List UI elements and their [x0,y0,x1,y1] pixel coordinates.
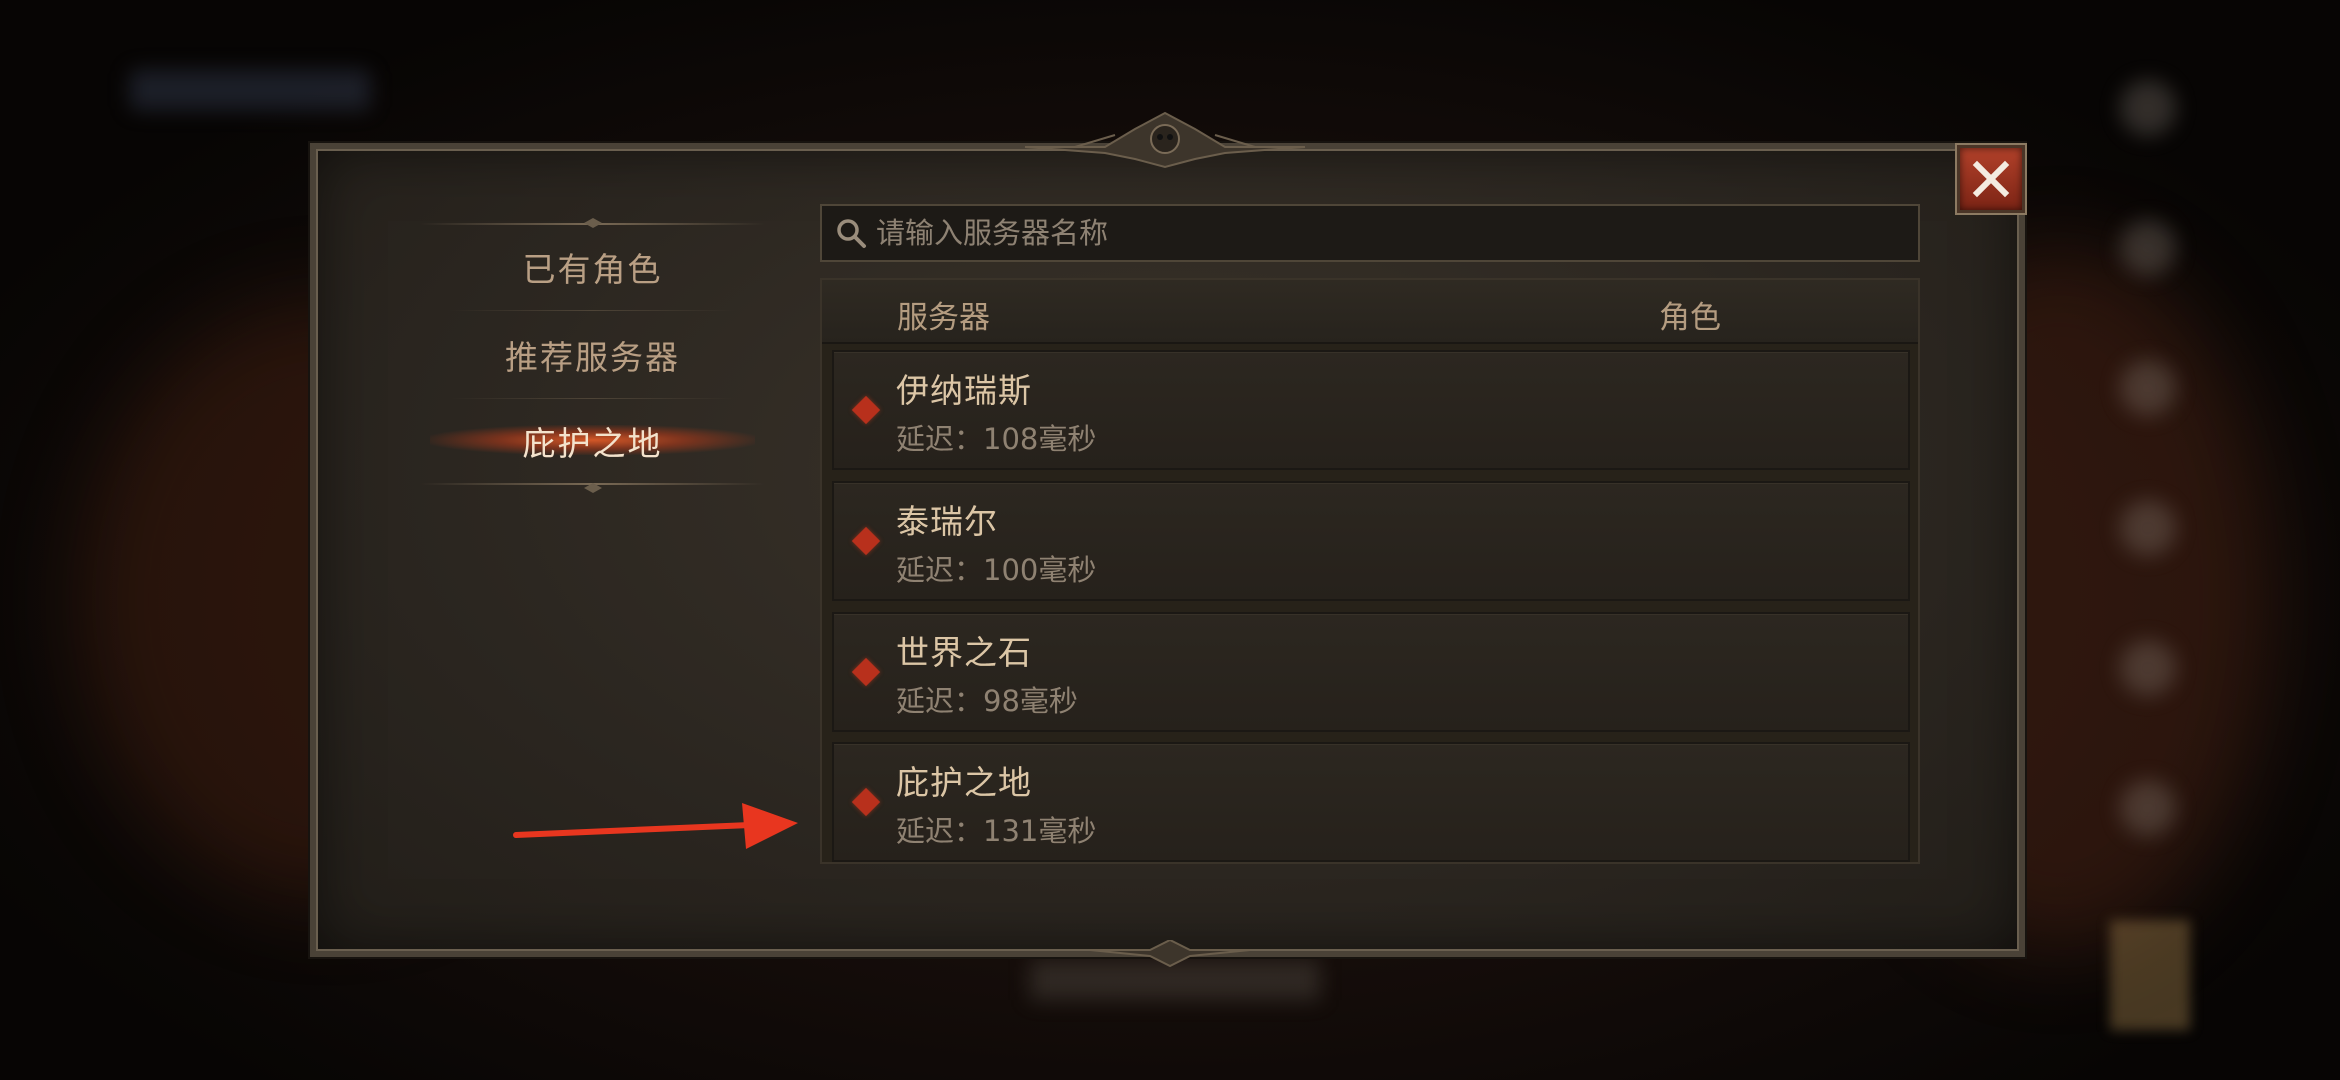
nav-item-label: 已有角色 [522,250,663,289]
diamond-marker-icon [851,657,881,687]
diamond-marker-icon [851,395,881,425]
nav-item-sanctuary[interactable]: 庇护之地 [420,401,765,481]
server-row[interactable]: 庇护之地 延迟：131毫秒 [832,742,1910,862]
server-table: 服务器 角色 伊纳瑞斯 延迟：108毫秒 泰瑞尔 延迟：100毫秒 世界之石 延… [820,278,1920,864]
nav-item-label: 庇护之地 [522,424,663,463]
server-name: 泰瑞尔 [896,502,998,541]
search-icon [837,219,866,248]
nav-divider [450,398,735,399]
server-name: 庇护之地 [896,763,1032,802]
server-latency: 延迟：108毫秒 [896,422,1097,456]
nav-item-existing-characters[interactable]: 已有角色 [420,227,765,307]
diamond-marker-icon [851,526,881,556]
server-latency: 延迟：98毫秒 [896,684,1078,718]
annotation-arrow-icon [513,803,798,849]
header-character: 角色 [1659,300,1721,336]
search-input[interactable] [868,205,1918,261]
server-search-box[interactable] [820,204,1920,262]
nav-item-recommended-servers[interactable]: 推荐服务器 [420,315,765,395]
server-name: 世界之石 [896,633,1032,672]
close-icon [1972,160,2010,198]
nav-item-label: 推荐服务器 [505,338,680,377]
server-latency: 延迟：100毫秒 [896,553,1097,587]
skull-ornament-icon [1024,111,1306,169]
background-top-label [130,70,370,110]
nav-divider [450,310,735,311]
server-row[interactable]: 伊纳瑞斯 延迟：108毫秒 [832,350,1910,470]
bottom-ornament-icon [1090,940,1250,968]
table-header: 服务器 角色 [822,280,1918,344]
header-server: 服务器 [897,300,990,336]
diamond-marker-icon [851,787,881,817]
background-right-rail [2110,60,2190,1030]
game-screen: 已有角色 推荐服务器 庇护之地 服务器 角色 伊纳瑞斯 [0,0,2340,1080]
server-row[interactable]: 世界之石 延迟：98毫秒 [832,612,1910,732]
server-name: 伊纳瑞斯 [896,371,1032,410]
server-latency: 延迟：131毫秒 [896,814,1097,848]
close-button[interactable] [1957,145,2025,213]
server-row[interactable]: 泰瑞尔 延迟：100毫秒 [832,481,1910,601]
nav-bottom-ornament-icon [584,483,602,493]
